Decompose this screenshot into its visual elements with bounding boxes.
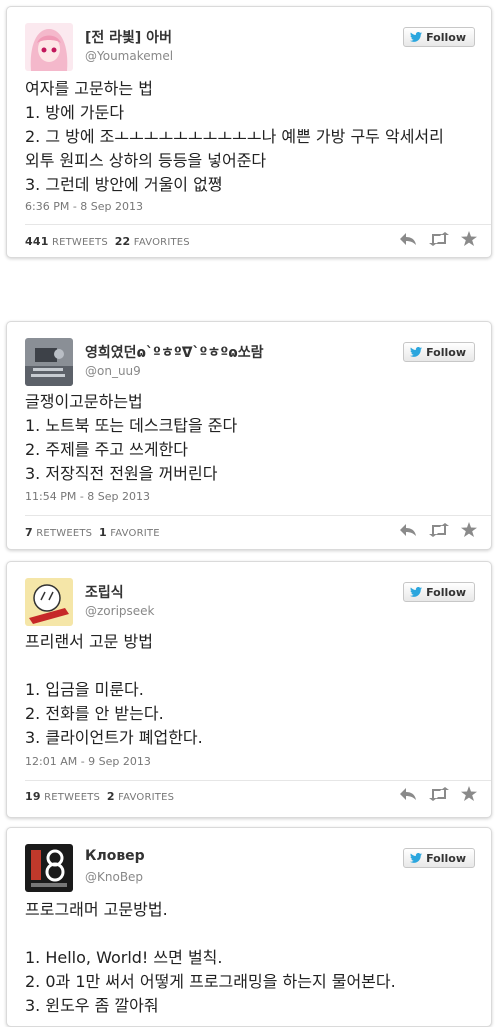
follow-label: Follow <box>426 585 466 599</box>
favorites-label: FAVORITE <box>110 528 160 539</box>
user-handle[interactable]: @KnoBep <box>85 870 143 884</box>
tweet-line: 글쟁이고문하는법 <box>25 392 143 411</box>
display-name[interactable]: 조립식 <box>85 582 124 602</box>
follow-button[interactable]: Follow <box>403 342 475 362</box>
tweet-card-2: 영희였던ɷ`ºㅎºᐁ`ºㅎºɷ쏘람 @on_uu9 Follow 글쟁이고문하는… <box>6 321 492 550</box>
retweets-label: RETWEETS <box>44 792 101 803</box>
twitter-bird-icon <box>410 587 423 597</box>
tweet-stats: 7 RETWEETS 1 FAVORITE <box>25 526 160 539</box>
tweet-card-3: 조립식 @zoripseek Follow 프리랜서 고문 방법 1. 입금을 … <box>6 561 492 818</box>
tweet-stats: 19 RETWEETS 2 FAVORITES <box>25 790 174 803</box>
follow-button[interactable]: Follow <box>403 848 475 868</box>
tweet-line: 3. 저장직전 전원을 꺼버린다 <box>25 464 218 483</box>
tweet-line: 1. 방에 가둔다 <box>25 103 125 122</box>
favorite-count[interactable]: 2 <box>107 790 115 803</box>
reply-icon[interactable] <box>399 231 417 250</box>
tweet-card-1: [전 라븿] 아버 @Youmakemel Follow 여자를 고문하는 법 … <box>6 6 492 258</box>
favorites-label: FAVORITES <box>133 237 190 248</box>
favorites-label: FAVORITES <box>118 792 175 803</box>
tweet-line: 2. 0과 1만 써서 어떻게 프로그래밍을 하는지 물어본다. <box>25 972 396 991</box>
tweet-timestamp[interactable]: 11:54 PM - 8 Sep 2013 <box>25 490 150 503</box>
retweet-count[interactable]: 441 <box>25 235 49 248</box>
divider <box>25 515 491 516</box>
display-name[interactable]: 영희였던ɷ`ºㅎºᐁ`ºㅎºɷ쏘람 <box>85 342 264 362</box>
follow-button[interactable]: Follow <box>403 27 475 47</box>
tweet-line <box>25 922 481 946</box>
retweet-icon[interactable] <box>429 231 449 250</box>
retweet-count[interactable]: 7 <box>25 526 33 539</box>
tweet-line: 프로그래머 고문방법. <box>25 900 168 919</box>
tweet-text: 프리랜서 고문 방법 1. 입금을 미룬다. 2. 전화를 안 받는다. 3. … <box>25 630 481 750</box>
reply-icon[interactable] <box>399 786 417 805</box>
tweet-actions <box>399 786 477 805</box>
favorite-icon[interactable] <box>461 522 477 541</box>
tweet-line: 3. 윈도우 좀 깔아줘 <box>25 996 159 1015</box>
tweet-line: 여자를 고문하는 법 <box>25 79 153 98</box>
follow-label: Follow <box>426 345 466 359</box>
tweet-line: 1. Hello, World! 쓰면 벌칙. <box>25 948 223 967</box>
user-handle[interactable]: @on_uu9 <box>85 364 141 378</box>
tweet-line: 2. 그 방에 조ㅗㅗㅗㅗㅗㅗㅗㅗㅗㅗ나 예쁜 가방 구두 악세서리 <box>25 127 444 146</box>
tweet-card-4: Кловер @KnoBep Follow 프로그래머 고문방법. 1. Hel… <box>6 827 492 1027</box>
avatar[interactable] <box>25 23 73 71</box>
divider <box>25 224 491 225</box>
tweet-timestamp[interactable]: 6:36 PM - 8 Sep 2013 <box>25 200 143 213</box>
tweet-line: 2. 주제를 주고 쓰게한다 <box>25 440 189 459</box>
tweet-actions <box>399 522 477 541</box>
twitter-bird-icon <box>410 347 423 357</box>
follow-label: Follow <box>426 30 466 44</box>
retweet-icon[interactable] <box>429 786 449 805</box>
reply-icon[interactable] <box>399 522 417 541</box>
tweet-stats: 441 RETWEETS 22 FAVORITES <box>25 235 190 248</box>
tweet-line: 1. 입금을 미룬다. <box>25 680 144 699</box>
tweet-text: 여자를 고문하는 법 1. 방에 가둔다 2. 그 방에 조ㅗㅗㅗㅗㅗㅗㅗㅗㅗㅗ… <box>25 77 481 197</box>
favorite-icon[interactable] <box>461 231 477 250</box>
tweet-line: 3. 그런데 방안에 거울이 없쪙 <box>25 175 223 194</box>
follow-button[interactable]: Follow <box>403 582 475 602</box>
user-handle[interactable]: @Youmakemel <box>85 49 173 63</box>
avatar[interactable] <box>25 578 73 626</box>
retweets-label: RETWEETS <box>36 528 93 539</box>
favorite-count[interactable]: 22 <box>115 235 131 248</box>
tweet-line <box>25 654 481 678</box>
retweet-icon[interactable] <box>429 522 449 541</box>
display-name[interactable]: [전 라븿] 아버 <box>85 27 172 47</box>
tweet-line: 3. 클라이언트가 폐업한다. <box>25 728 203 747</box>
favorite-icon[interactable] <box>461 786 477 805</box>
divider <box>25 780 491 781</box>
tweet-actions <box>399 231 477 250</box>
avatar[interactable] <box>25 338 73 386</box>
tweet-text: 프로그래머 고문방법. 1. Hello, World! 쓰면 벌칙. 2. 0… <box>25 898 481 1018</box>
display-name[interactable]: Кловер <box>85 848 145 864</box>
tweet-line: 외투 원피스 상하의 등등을 넣어준다 <box>25 151 267 170</box>
twitter-bird-icon <box>410 853 423 863</box>
tweet-line: 1. 노트북 또는 데스크탑을 준다 <box>25 416 238 435</box>
avatar[interactable] <box>25 844 73 892</box>
retweet-count[interactable]: 19 <box>25 790 41 803</box>
follow-label: Follow <box>426 851 466 865</box>
tweet-line: 프리랜서 고문 방법 <box>25 632 153 651</box>
tweet-line: 2. 전화를 안 받는다. <box>25 704 164 723</box>
retweets-label: RETWEETS <box>51 237 108 248</box>
user-handle[interactable]: @zoripseek <box>85 604 155 618</box>
twitter-bird-icon <box>410 32 423 42</box>
tweet-text: 글쟁이고문하는법 1. 노트북 또는 데스크탑을 준다 2. 주제를 주고 쓰게… <box>25 390 481 486</box>
favorite-count[interactable]: 1 <box>99 526 107 539</box>
tweet-timestamp[interactable]: 12:01 AM - 9 Sep 2013 <box>25 755 151 768</box>
